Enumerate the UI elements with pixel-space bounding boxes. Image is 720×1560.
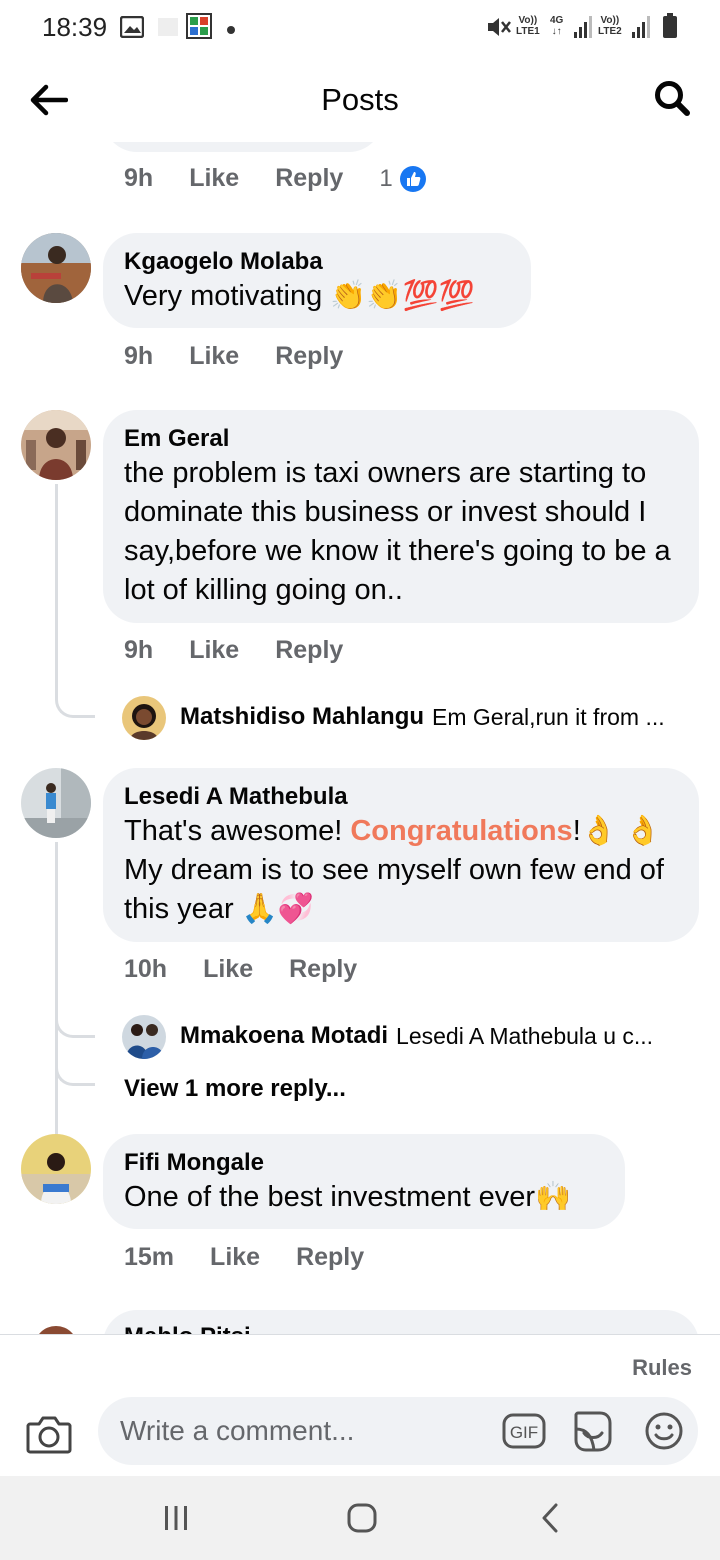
reply-button[interactable]: Reply [289, 955, 357, 984]
recents-button[interactable] [154, 1496, 198, 1540]
comment-author[interactable]: Mahlo Pitsi [124, 1322, 679, 1334]
system-navigation-bar [0, 1476, 720, 1560]
comments-feed[interactable]: 9h Like Reply 1 Kgaogelo Molaba Very mot… [0, 142, 720, 1334]
reply-preview[interactable]: Matshidiso Mahlangu Em Geral,run it from… [180, 703, 665, 731]
comment-time: 10h [124, 955, 168, 983]
thread-line [55, 484, 58, 674]
emoji-button[interactable] [644, 1411, 684, 1451]
camera-button[interactable] [26, 1413, 72, 1455]
reaction-count[interactable]: 1 [379, 165, 426, 193]
comment-author[interactable]: Lesedi A Mathebula [124, 782, 679, 812]
volte1-label: Vo)) LTE1 [516, 15, 540, 37]
nav-back-icon [542, 1503, 558, 1533]
reply-snippet: Lesedi A Mathebula u c... [396, 1022, 654, 1049]
search-icon [655, 81, 690, 116]
reply-button[interactable]: Reply [296, 1243, 364, 1272]
reply-button[interactable]: Reply [275, 164, 343, 193]
battery-icon [662, 13, 678, 44]
reply-button[interactable]: Reply [275, 636, 343, 665]
comment-author[interactable]: Em Geral [124, 424, 679, 454]
search-button[interactable] [650, 76, 694, 120]
recents-icon [165, 1506, 187, 1530]
rules-link[interactable]: Rules [632, 1355, 692, 1381]
comment-meta: 15m Like Reply [124, 1243, 364, 1272]
comment-text: That's awesome! Congratulations!👌 👌 My d… [124, 815, 664, 925]
comment-time: 9h [124, 342, 154, 370]
view-more-replies-link[interactable]: View 1 more reply... [124, 1075, 346, 1103]
signal-2-icon [632, 14, 654, 43]
previous-comment-meta: 9h Like Reply 1 [124, 164, 427, 193]
avatar-mmakoena-motadi[interactable] [122, 1015, 166, 1059]
comment-composer: Rules GIF [0, 1334, 720, 1476]
like-button[interactable]: Like [210, 1243, 260, 1272]
comment-text: One of the best investment ever🙌 [124, 1181, 572, 1213]
comment-meta: 9h Like Reply [124, 342, 343, 371]
avatar-next-commenter[interactable] [21, 1310, 91, 1334]
comment-bubble[interactable]: Mahlo Pitsi [103, 1310, 699, 1334]
mute-icon [486, 15, 512, 44]
like-button[interactable]: Like [189, 636, 239, 665]
comment-meta: 9h Like Reply [124, 636, 343, 665]
status-bar: 18:39 Vo)) LTE1 4G ↓↑ Vo)) LTE2 [0, 0, 720, 56]
gallery-notification-icon [119, 15, 145, 43]
svg-text:GIF: GIF [510, 1423, 538, 1442]
camera-icon [26, 1416, 72, 1454]
avatar-fifi-mongale[interactable] [21, 1134, 91, 1204]
app-notification-icon [158, 18, 178, 41]
avatar-lesedi-a-mathebula[interactable] [21, 768, 91, 838]
comment-time: 9h [124, 636, 154, 664]
comment-bubble[interactable]: Lesedi A Mathebula That's awesome! Congr… [103, 768, 699, 942]
comment-input[interactable] [120, 1397, 490, 1465]
comment-bubble[interactable]: Kgaogelo Molaba Very motivating 👏👏💯💯 [103, 233, 531, 328]
gif-icon: GIF [502, 1413, 546, 1449]
thread-connector [55, 1042, 95, 1086]
network-4g-label: 4G ↓↑ [550, 15, 564, 37]
reply-preview[interactable]: Mmakoena Motadi Lesedi A Mathebula u c..… [180, 1022, 653, 1050]
avatar-em-geral[interactable] [21, 410, 91, 480]
comment-author[interactable]: Fifi Mongale [124, 1148, 605, 1178]
comment-text: Very motivating 👏👏💯💯 [124, 280, 475, 312]
comment-time: 9h [124, 164, 154, 192]
like-reaction-icon [399, 165, 426, 192]
avatar-kgaogelo-molaba[interactable] [21, 233, 91, 303]
like-button[interactable]: Like [203, 955, 253, 984]
comment-author[interactable]: Kgaogelo Molaba [124, 247, 511, 277]
reply-author[interactable]: Mmakoena Motadi [180, 1022, 388, 1050]
previous-comment-bubble [103, 142, 383, 152]
highlighted-word[interactable]: Congratulations [350, 815, 572, 847]
gif-button[interactable]: GIF [502, 1411, 546, 1451]
comment-bubble[interactable]: Em Geral the problem is taxi owners are … [103, 410, 699, 623]
home-icon [347, 1503, 377, 1533]
app-header: Posts [0, 56, 720, 142]
status-time: 18:39 [42, 12, 108, 42]
more-notifications-dot [226, 22, 236, 40]
reply-snippet: Em Geral,run it from ... [432, 703, 665, 730]
comment-time: 15m [124, 1243, 175, 1271]
signal-1-icon [574, 14, 596, 43]
thread-connector [55, 672, 95, 718]
avatar-matshidiso-mahlangu[interactable] [122, 696, 166, 740]
nav-back-button[interactable] [528, 1496, 572, 1540]
volte2-label: Vo)) LTE2 [598, 15, 622, 37]
like-button[interactable]: Like [189, 164, 239, 193]
grid-app-icon [186, 13, 212, 44]
comment-text: the problem is taxi owners are starting … [124, 457, 671, 606]
page-title: Posts [321, 82, 399, 117]
sticker-icon [574, 1411, 612, 1452]
comment-bubble[interactable]: Fifi Mongale One of the best investment … [103, 1134, 625, 1229]
comment-meta: 10h Like Reply [124, 955, 357, 984]
comment-box: GIF [98, 1397, 698, 1465]
thread-connector [55, 994, 95, 1038]
reply-author[interactable]: Matshidiso Mahlangu [180, 703, 424, 731]
home-button[interactable] [340, 1496, 384, 1540]
reply-button[interactable]: Reply [275, 342, 343, 371]
like-button[interactable]: Like [189, 342, 239, 371]
sticker-button[interactable] [572, 1409, 614, 1453]
smiley-icon [645, 1412, 683, 1450]
